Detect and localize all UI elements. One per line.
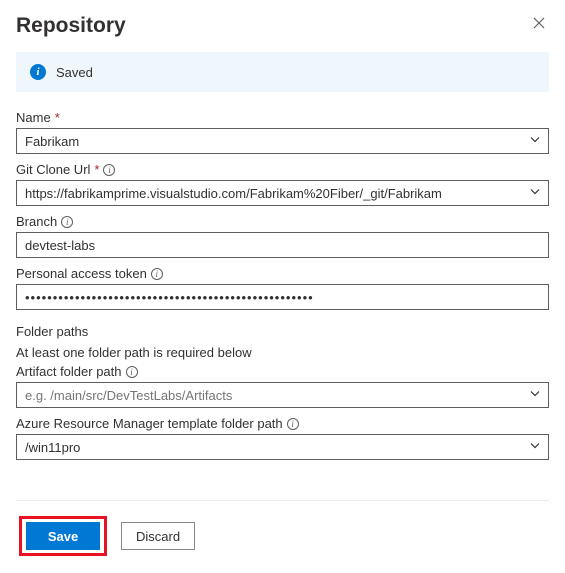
button-row: Save Discard xyxy=(16,513,549,559)
artifact-label: Artifact folder path i xyxy=(16,364,549,379)
repository-panel: Repository i Saved Name * Git Clone Url … xyxy=(0,0,565,569)
info-icon[interactable]: i xyxy=(126,366,138,378)
folder-paths-title: Folder paths xyxy=(16,324,549,339)
name-input[interactable] xyxy=(16,128,549,154)
notice-text: Saved xyxy=(56,65,93,80)
branch-label-text: Branch xyxy=(16,214,57,229)
branch-label: Branch i xyxy=(16,214,549,229)
giturl-field-block: Git Clone Url * i xyxy=(16,162,549,206)
required-marker: * xyxy=(55,110,60,125)
pat-field-block: Personal access token i xyxy=(16,266,549,310)
info-icon[interactable]: i xyxy=(151,268,163,280)
giturl-label: Git Clone Url * i xyxy=(16,162,549,177)
name-field-block: Name * xyxy=(16,110,549,154)
pat-label: Personal access token i xyxy=(16,266,549,281)
branch-field-block: Branch i xyxy=(16,214,549,258)
info-icon[interactable]: i xyxy=(103,164,115,176)
name-label-text: Name xyxy=(16,110,51,125)
arm-field-block: Azure Resource Manager template folder p… xyxy=(16,416,549,460)
arm-label: Azure Resource Manager template folder p… xyxy=(16,416,549,431)
arm-label-text: Azure Resource Manager template folder p… xyxy=(16,416,283,431)
pat-input[interactable] xyxy=(16,284,549,310)
name-label: Name * xyxy=(16,110,549,125)
giturl-input[interactable] xyxy=(16,180,549,206)
save-highlight: Save xyxy=(19,516,107,556)
artifact-input[interactable] xyxy=(16,382,549,408)
required-marker: * xyxy=(94,162,99,177)
close-icon[interactable] xyxy=(529,14,549,34)
giturl-label-text: Git Clone Url xyxy=(16,162,90,177)
discard-button[interactable]: Discard xyxy=(121,522,195,550)
panel-header: Repository xyxy=(16,14,549,38)
divider xyxy=(16,500,549,501)
info-icon[interactable]: i xyxy=(61,216,73,228)
info-icon[interactable]: i xyxy=(287,418,299,430)
artifact-field-block: Artifact folder path i xyxy=(16,364,549,408)
branch-input[interactable] xyxy=(16,232,549,258)
folder-paths-hint: At least one folder path is required bel… xyxy=(16,345,549,360)
pat-label-text: Personal access token xyxy=(16,266,147,281)
saved-notice: i Saved xyxy=(16,52,549,92)
artifact-label-text: Artifact folder path xyxy=(16,364,122,379)
panel-title: Repository xyxy=(16,14,126,38)
info-icon: i xyxy=(30,64,46,80)
save-button[interactable]: Save xyxy=(26,522,100,550)
arm-input[interactable] xyxy=(16,434,549,460)
